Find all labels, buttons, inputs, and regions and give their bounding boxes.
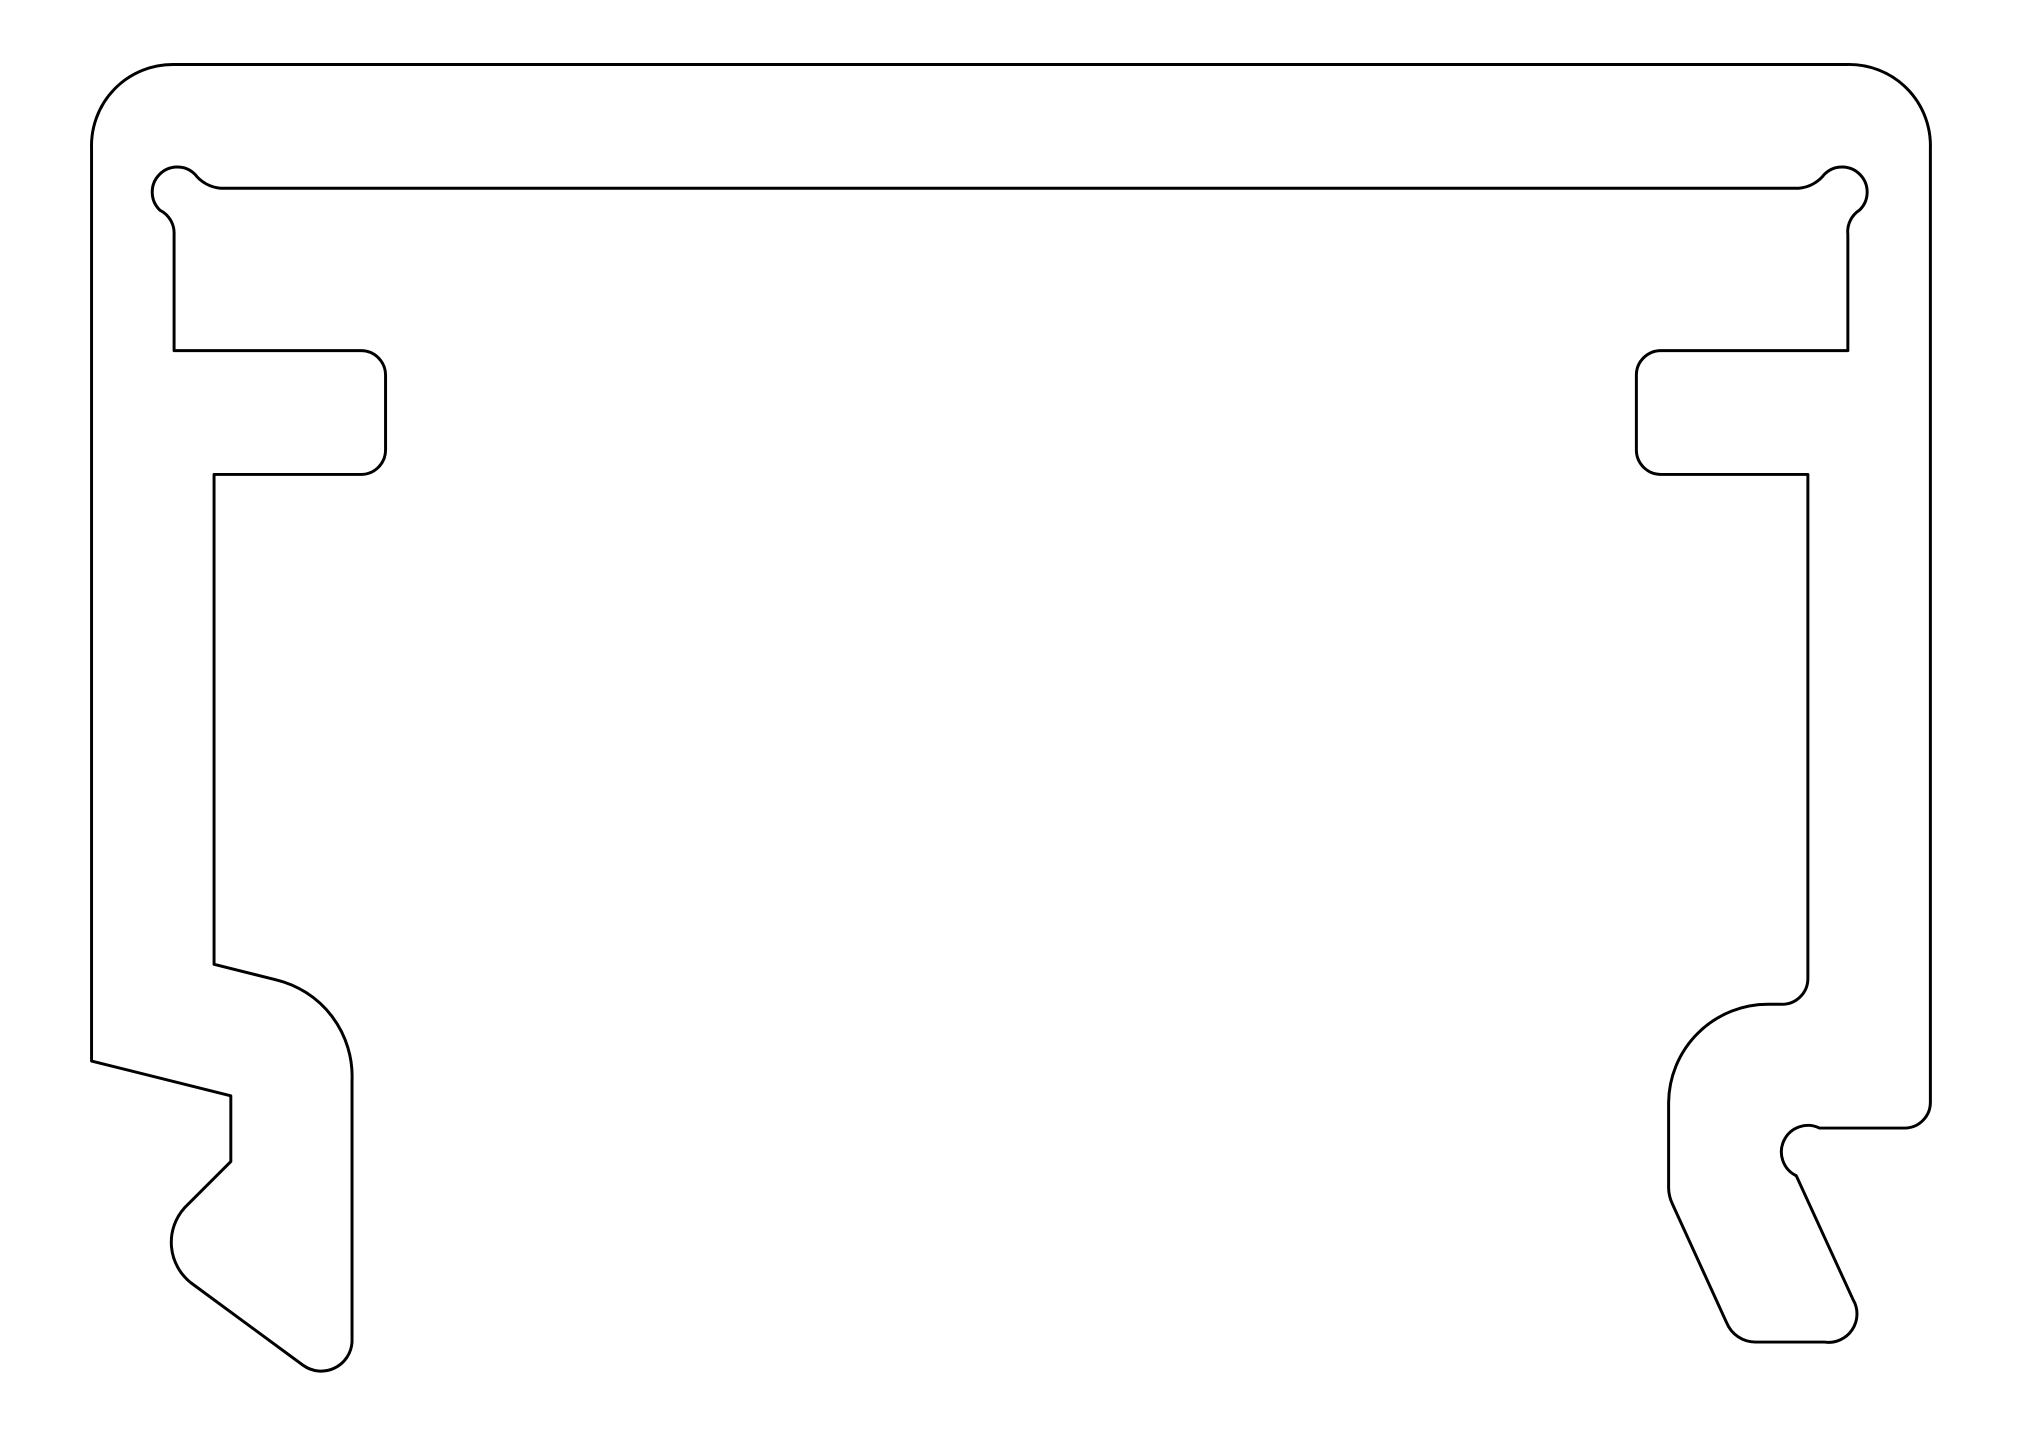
profile-cross-section-outline xyxy=(90,62,1932,1373)
profile-drawing-canvas xyxy=(90,62,1932,1373)
